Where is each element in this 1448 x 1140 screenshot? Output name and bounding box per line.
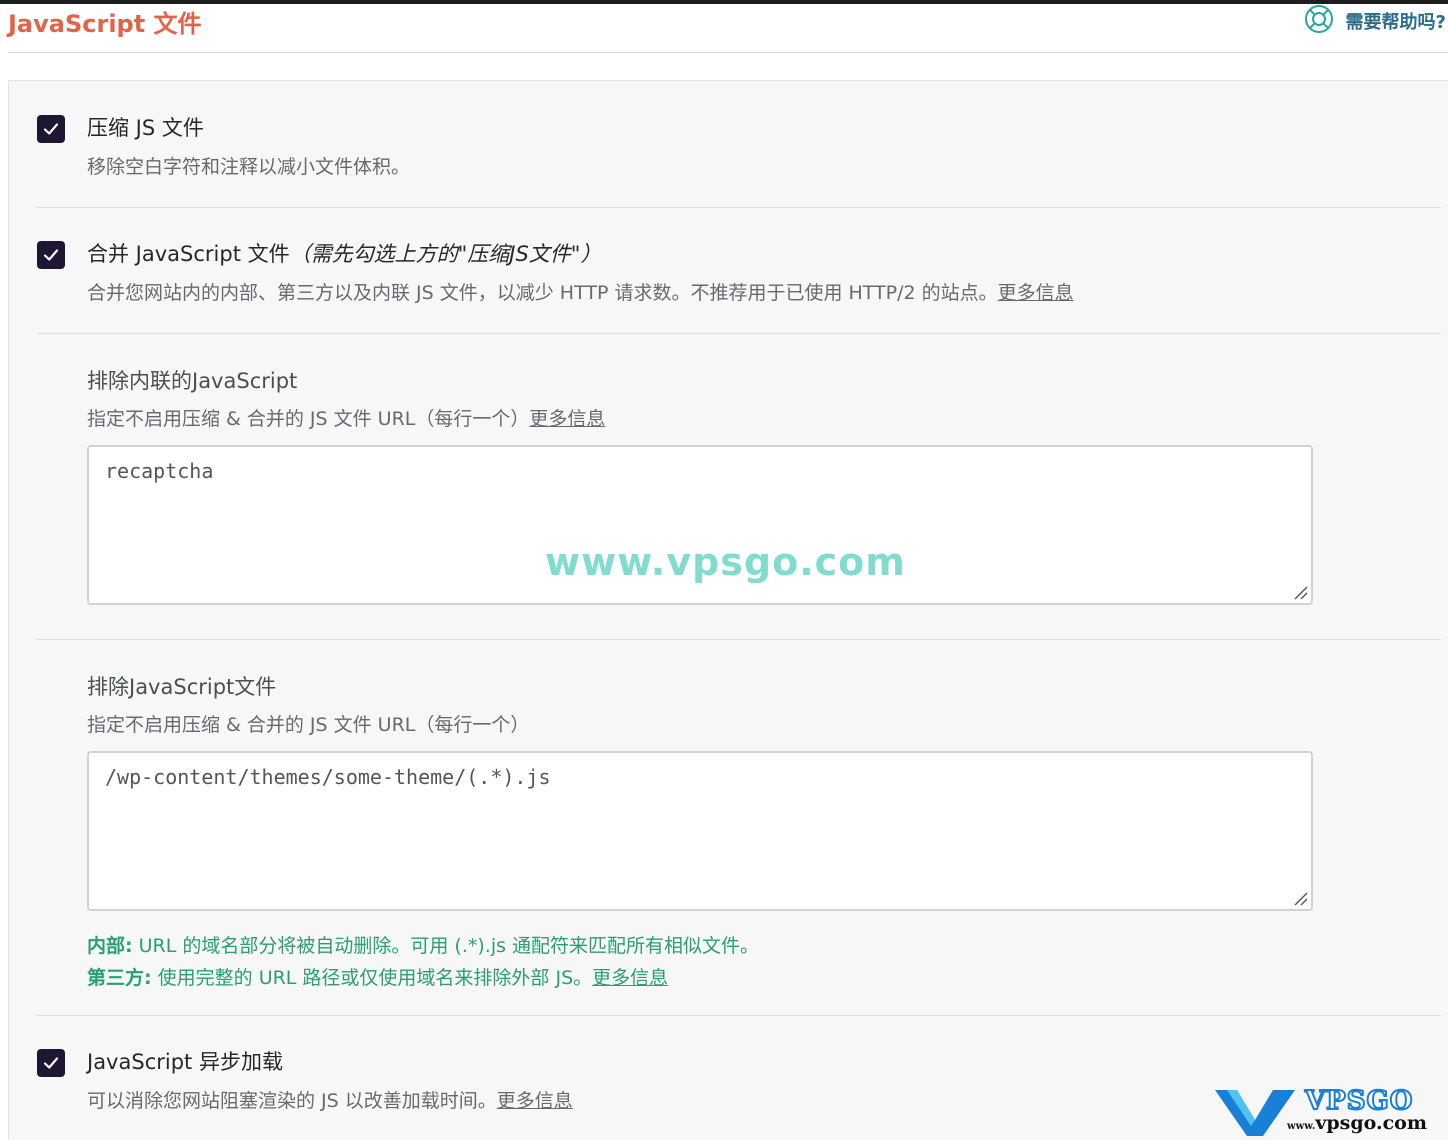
third-party-note-label: 第三方: [87,967,152,989]
defer-js-desc-text: 可以消除您网站阻塞渲染的 JS 以改善加载时间。 [87,1090,497,1112]
watermark-text: www.vpsgo.com [545,540,906,584]
settings-panel: 压缩 JS 文件 移除空白字符和注释以减小文件体积。 合并 JavaScript… [8,80,1448,1140]
internal-note-label: 内部: [87,935,133,957]
exclude-inline-js-title: 排除内联的JavaScript [87,369,298,393]
combine-js-desc: 合并您网站内的内部、第三方以及内联 JS 文件，以减少 HTTP 请求数。不推荐… [87,278,1074,305]
vpsgo-logo: VPSGO www.vpsgo.com [1215,1085,1440,1136]
defer-js-more-info-link[interactable]: 更多信息 [497,1090,573,1112]
divider [37,1015,1441,1016]
divider [37,639,1441,640]
title-divider [8,52,1448,53]
third-party-note-text: 使用完整的 URL 路径或仅使用域名来排除外部 JS。 [151,967,593,989]
combine-js-title: 合并 JavaScript 文件（需先勾选上方的"压缩JS文件"） [87,238,601,268]
checkmark-icon [43,123,59,135]
page-title: JavaScript 文件 [8,10,202,38]
combine-js-checkbox[interactable] [37,241,65,269]
logo-prefix: www. [1287,1121,1316,1132]
minify-js-checkbox[interactable] [37,115,65,143]
exclude-inline-js-desc: 指定不启用压缩 & 合并的 JS 文件 URL（每行一个）更多信息 [87,404,605,431]
internal-note: 内部: URL 的域名部分将被自动删除。可用 (.*).js 通配符来匹配所有相… [87,931,759,958]
help-link[interactable]: 需要帮助吗? [1304,4,1446,39]
combine-js-title-note: （需先勾选上方的"压缩JS文件"） [289,242,602,266]
defer-js-desc: 可以消除您网站阻塞渲染的 JS 以改善加载时间。更多信息 [87,1086,573,1113]
exclude-js-files-value: /wp-content/themes/some-theme/(.*).js [105,765,551,789]
checkmark-icon [43,249,59,261]
exclude-inline-js-desc-text: 指定不启用压缩 & 合并的 JS 文件 URL（每行一个） [87,408,530,430]
divider [37,333,1441,334]
third-party-note: 第三方: 使用完整的 URL 路径或仅使用域名来排除外部 JS。更多信息 [87,963,668,990]
resize-grip-icon[interactable] [1293,891,1309,907]
exclude-js-files-textarea[interactable]: /wp-content/themes/some-theme/(.*).js [87,751,1313,911]
lifebuoy-icon [1304,4,1334,39]
minify-js-title: 压缩 JS 文件 [87,116,204,140]
logo-v-icon [1215,1090,1295,1136]
help-label: 需要帮助吗? [1345,12,1446,33]
combine-js-desc-text: 合并您网站内的内部、第三方以及内联 JS 文件，以减少 HTTP 请求数。不推荐… [87,282,998,304]
checkmark-icon [43,1057,59,1069]
exclude-js-files-desc: 指定不启用压缩 & 合并的 JS 文件 URL（每行一个） [87,714,530,736]
exclude-inline-js-value: recaptcha [105,459,214,483]
logo-domain: www.vpsgo.com [1287,1112,1427,1134]
exclude-inline-js-more-info-link[interactable]: 更多信息 [529,408,605,430]
logo-domain-text: vpsgo.com [1315,1112,1427,1134]
internal-note-text: URL 的域名部分将被自动删除。可用 (.*).js 通配符来匹配所有相似文件。 [132,935,760,957]
third-party-more-info-link[interactable]: 更多信息 [592,967,668,989]
top-border [0,0,1448,4]
exclude-js-files-title: 排除JavaScript文件 [87,675,277,699]
combine-js-title-text: 合并 JavaScript 文件 [87,242,290,266]
divider [37,207,1441,208]
defer-js-checkbox[interactable] [37,1049,65,1077]
combine-js-more-info-link[interactable]: 更多信息 [998,282,1074,304]
minify-js-desc: 移除空白字符和注释以减小文件体积。 [87,156,411,178]
defer-js-title: JavaScript 异步加载 [87,1050,283,1074]
resize-grip-icon[interactable] [1293,585,1309,601]
